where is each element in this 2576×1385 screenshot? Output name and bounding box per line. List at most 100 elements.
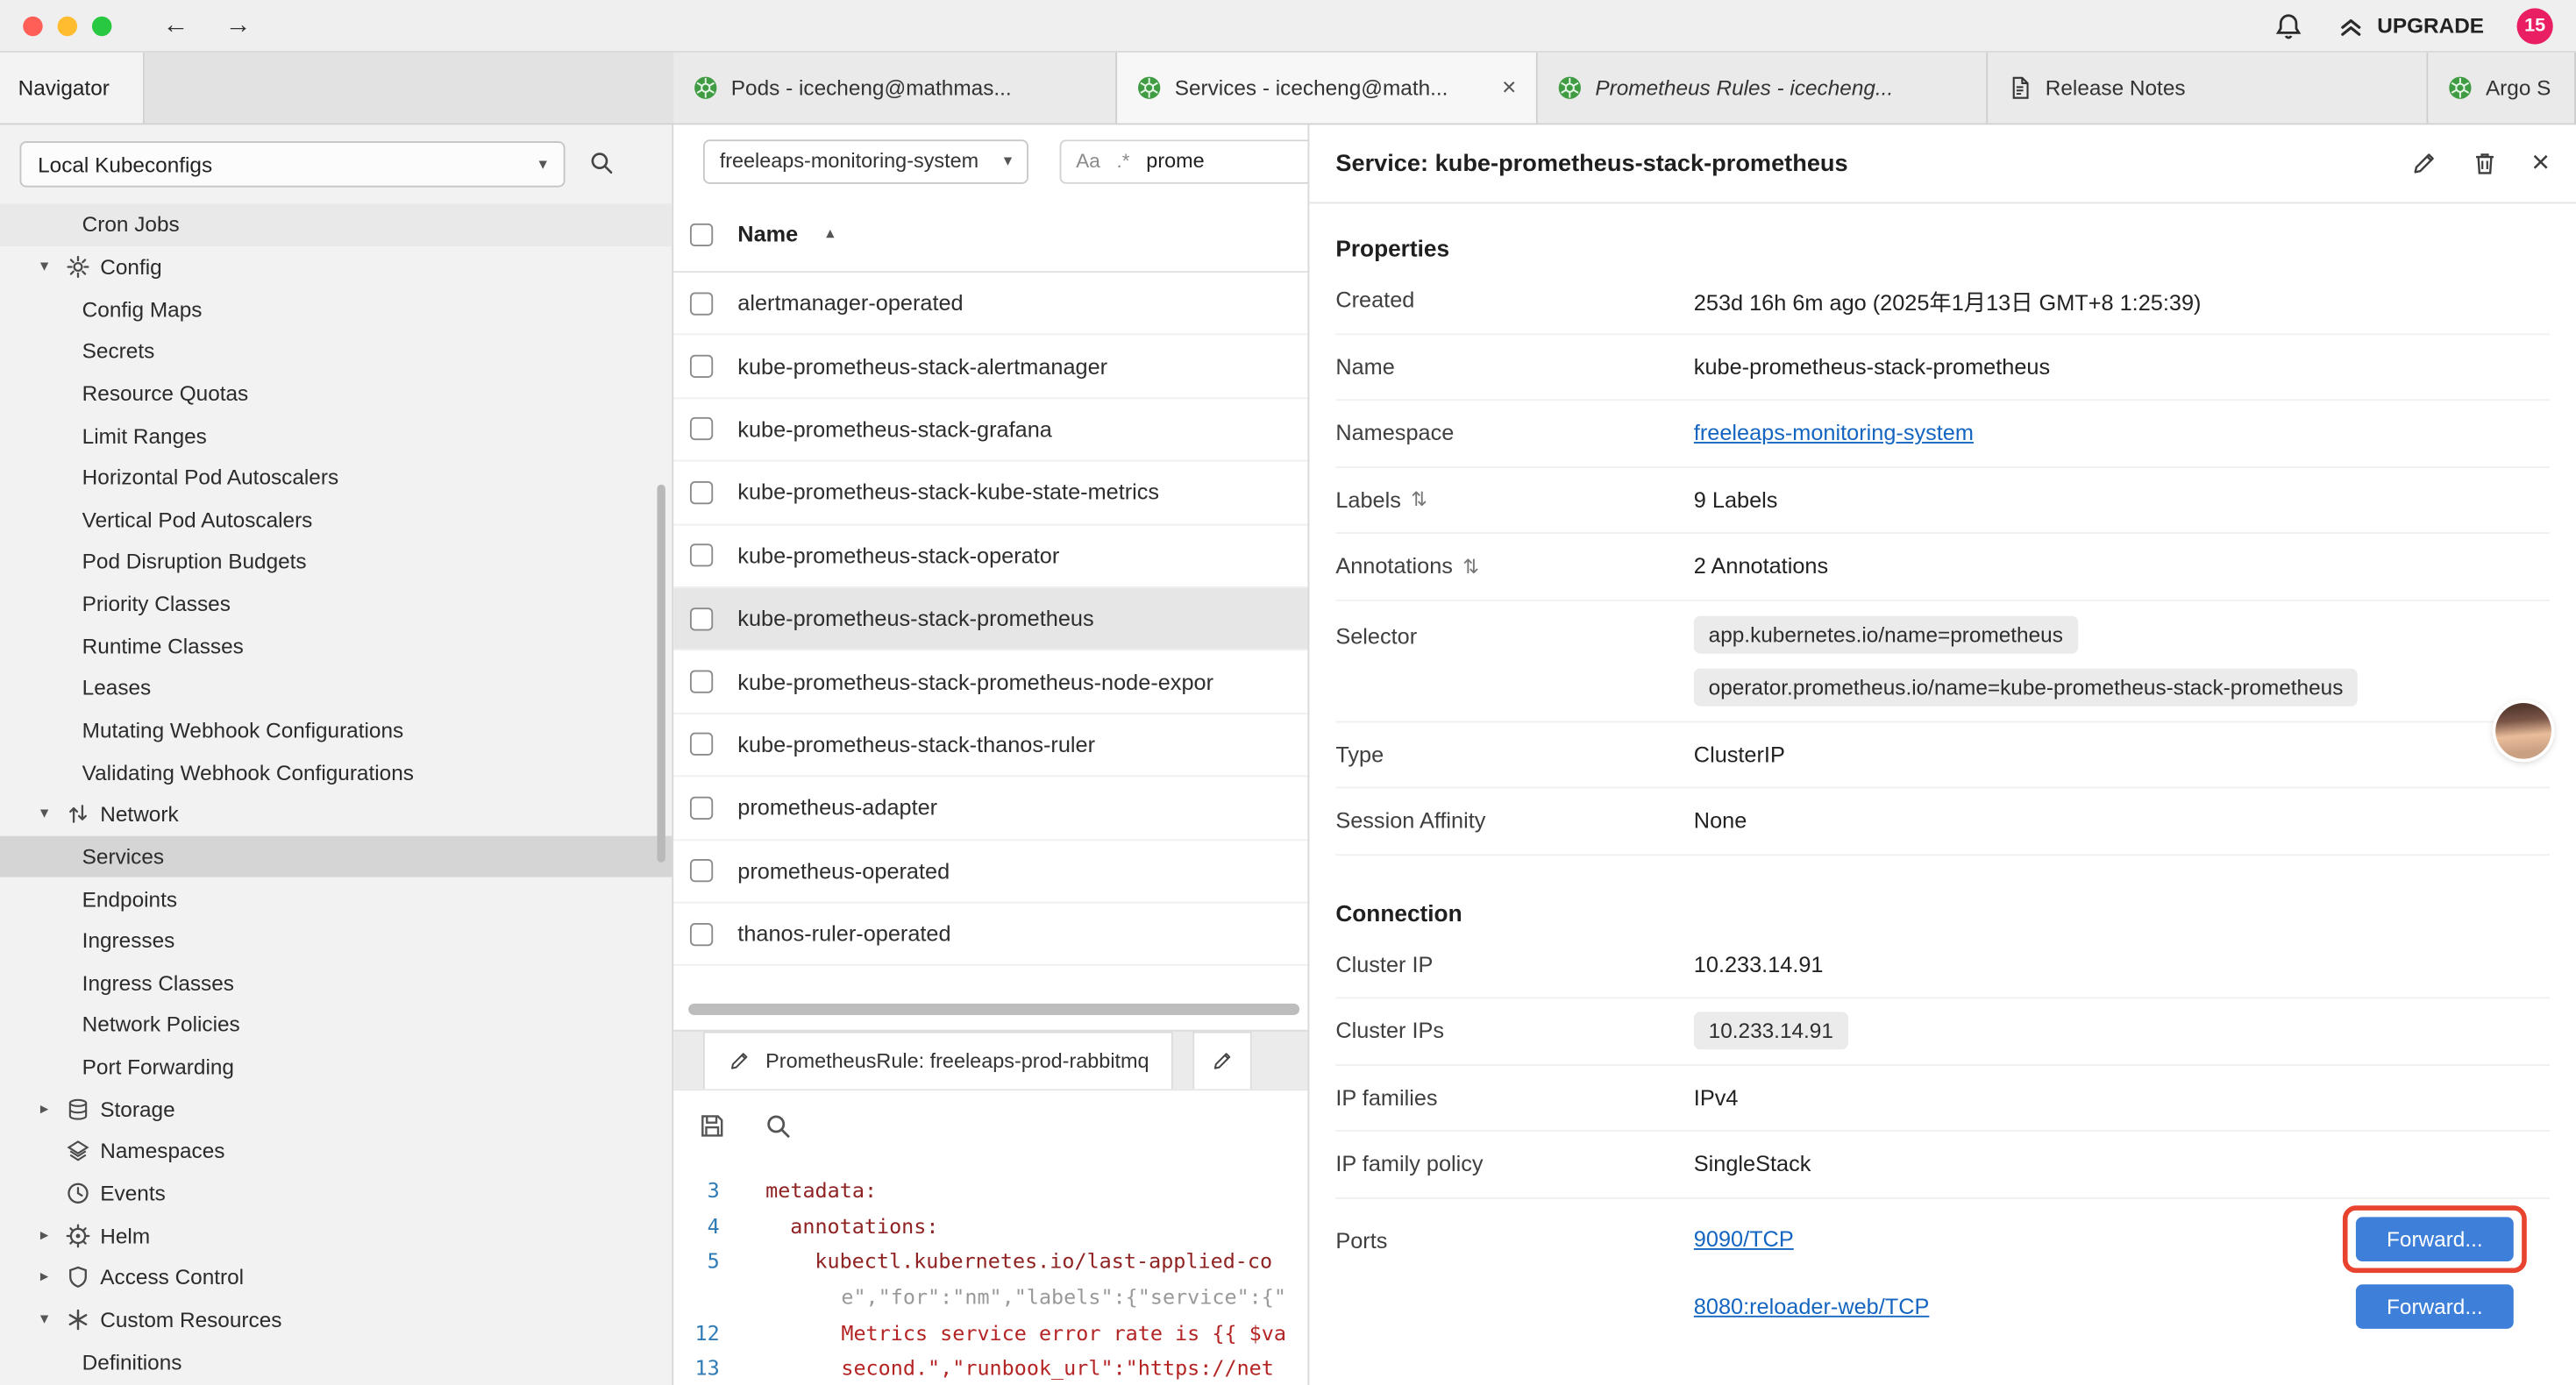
sidebar-item-custom-resources[interactable]: Custom Resources bbox=[0, 1298, 672, 1340]
yaml-editor[interactable]: 3metadata: 4annotations: 5kubectl.kubern… bbox=[673, 1161, 1307, 1385]
row-checkbox[interactable] bbox=[690, 733, 713, 756]
table-row[interactable]: kube-prometheus-stack-alertmanager bbox=[673, 336, 1307, 399]
sidebar-search-button[interactable] bbox=[588, 149, 615, 181]
table-row[interactable]: kube-prometheus-stack-thanos-ruler bbox=[673, 714, 1307, 778]
sidebar-item-leases[interactable]: Leases bbox=[0, 667, 672, 709]
table-row[interactable]: kube-prometheus-stack-operator bbox=[673, 525, 1307, 588]
sort-ascending-icon[interactable] bbox=[826, 225, 834, 244]
sidebar-item-events[interactable]: Events bbox=[0, 1172, 672, 1214]
maximize-window-button[interactable] bbox=[92, 16, 111, 35]
kubeconfig-select[interactable]: Local Kubeconfigs bbox=[19, 141, 565, 187]
horizontal-scrollbar[interactable] bbox=[688, 1004, 1299, 1015]
back-button[interactable] bbox=[162, 12, 189, 39]
minimize-window-button[interactable] bbox=[58, 16, 77, 35]
sidebar-item-storage[interactable]: Storage bbox=[0, 1088, 672, 1130]
table-row[interactable]: alertmanager-operated bbox=[673, 273, 1307, 336]
sidebar-item-vertical-pod-autoscalers[interactable]: Vertical Pod Autoscalers bbox=[0, 499, 672, 541]
editor-tab-partial[interactable] bbox=[1193, 1032, 1252, 1090]
tab-prometheus-rules[interactable]: Prometheus Rules - icecheng... bbox=[1538, 53, 1988, 124]
sidebar-scrollbar[interactable] bbox=[657, 485, 665, 863]
match-case-toggle[interactable]: Aa bbox=[1076, 150, 1100, 173]
namespace-link[interactable]: freeleaps-monitoring-system bbox=[1694, 421, 1974, 445]
user-avatar[interactable] bbox=[2495, 703, 2551, 759]
row-checkbox[interactable] bbox=[690, 859, 713, 882]
chevron-right-icon[interactable] bbox=[32, 1100, 55, 1119]
forward-port-button[interactable]: Forward... bbox=[2356, 1283, 2514, 1328]
forward-port-button[interactable]: Forward... bbox=[2356, 1216, 2514, 1261]
sidebar-item-limit-ranges[interactable]: Limit Ranges bbox=[0, 415, 672, 457]
chevron-down-icon[interactable] bbox=[32, 258, 55, 276]
sidebar-item-ingress-classes[interactable]: Ingress Classes bbox=[0, 962, 672, 1004]
table-row[interactable]: prometheus-adapter bbox=[673, 778, 1307, 841]
table-row[interactable]: kube-prometheus-stack-prometheus-node-ex… bbox=[673, 651, 1307, 714]
sidebar-item-endpoints[interactable]: Endpoints bbox=[0, 877, 672, 920]
upgrade-button[interactable]: UPGRADE bbox=[2336, 11, 2484, 40]
sidebar-item-secrets[interactable]: Secrets bbox=[0, 330, 672, 372]
sidebar-item-priority-classes[interactable]: Priority Classes bbox=[0, 583, 672, 625]
line-number bbox=[673, 1280, 739, 1315]
table-row[interactable]: prometheus-operated bbox=[673, 840, 1307, 903]
search-icon[interactable] bbox=[764, 1112, 792, 1140]
close-tab-icon[interactable] bbox=[1489, 74, 1516, 102]
table-row[interactable]: kube-prometheus-stack-grafana bbox=[673, 399, 1307, 462]
row-checkbox[interactable] bbox=[690, 607, 713, 630]
name-column-header[interactable]: Name bbox=[737, 222, 798, 246]
sidebar-item-ingresses[interactable]: Ingresses bbox=[0, 920, 672, 962]
port-link-9090[interactable]: 9090/TCP bbox=[1694, 1226, 1794, 1251]
close-window-button[interactable] bbox=[23, 16, 42, 35]
row-checkbox[interactable] bbox=[690, 481, 713, 504]
navigator-panel-tab[interactable]: Navigator bbox=[0, 53, 145, 124]
tab-services[interactable]: Services - icecheng@math... bbox=[1117, 53, 1538, 124]
sidebar-item-access-control[interactable]: Access Control bbox=[0, 1256, 672, 1298]
tab-pods[interactable]: Pods - icecheng@mathmas... bbox=[673, 53, 1117, 124]
sidebar-item-resource-quotas[interactable]: Resource Quotas bbox=[0, 373, 672, 415]
tab-argo[interactable]: Argo S bbox=[2428, 53, 2576, 124]
select-all-checkbox[interactable] bbox=[690, 223, 713, 245]
sidebar-item-horizontal-pod-autoscalers[interactable]: Horizontal Pod Autoscalers bbox=[0, 457, 672, 499]
sidebar-item-pod-disruption-budgets[interactable]: Pod Disruption Budgets bbox=[0, 541, 672, 583]
row-checkbox[interactable] bbox=[690, 418, 713, 441]
edit-pencil-icon[interactable] bbox=[2410, 150, 2438, 178]
save-floppy-icon[interactable] bbox=[698, 1112, 726, 1140]
sidebar-item-network-policies[interactable]: Network Policies bbox=[0, 1004, 672, 1046]
delete-trash-icon[interactable] bbox=[2471, 150, 2499, 178]
sidebar-item-port-forwarding[interactable]: Port Forwarding bbox=[0, 1046, 672, 1088]
port-link-8080[interactable]: 8080:reloader-web/TCP bbox=[1694, 1294, 1930, 1318]
chevron-right-icon[interactable] bbox=[32, 1226, 55, 1245]
table-row[interactable]: thanos-ruler-operated bbox=[673, 903, 1307, 966]
expand-collapse-icon[interactable] bbox=[1462, 555, 1479, 578]
row-checkbox[interactable] bbox=[690, 355, 713, 378]
regex-toggle[interactable]: .* bbox=[1117, 150, 1130, 173]
expand-collapse-icon[interactable] bbox=[1411, 488, 1427, 511]
sidebar-item-validating-webhook-configurations[interactable]: Validating Webhook Configurations bbox=[0, 751, 672, 793]
sidebar-item-mutating-webhook-configurations[interactable]: Mutating Webhook Configurations bbox=[0, 709, 672, 751]
chevron-down-icon[interactable] bbox=[32, 1310, 55, 1329]
chevron-right-icon[interactable] bbox=[32, 1268, 55, 1287]
editor-tab-prometheusrule[interactable]: PrometheusRule: freeleaps-prod-rabbitmq bbox=[703, 1032, 1174, 1090]
forward-button[interactable] bbox=[225, 12, 252, 39]
chevron-down-icon[interactable] bbox=[32, 806, 55, 824]
sidebar-item-definitions[interactable]: Definitions bbox=[0, 1341, 672, 1383]
sidebar-item-config-maps[interactable]: Config Maps bbox=[0, 288, 672, 330]
sidebar-item-runtime-classes[interactable]: Runtime Classes bbox=[0, 625, 672, 667]
row-checkbox[interactable] bbox=[690, 671, 713, 693]
sidebar-item-config[interactable]: Config bbox=[0, 245, 672, 288]
row-checkbox[interactable] bbox=[690, 292, 713, 315]
row-checkbox[interactable] bbox=[690, 922, 713, 945]
table-row[interactable]: kube-prometheus-stack-kube-state-metrics bbox=[673, 462, 1307, 525]
line-number: 3 bbox=[673, 1173, 739, 1208]
sidebar-item-services[interactable]: Services bbox=[0, 835, 672, 877]
row-checkbox[interactable] bbox=[690, 544, 713, 567]
sidebar-item-helm[interactable]: Helm bbox=[0, 1214, 672, 1256]
sidebar-item-network[interactable]: Network bbox=[0, 793, 672, 835]
namespace-select[interactable]: freeleaps-monitoring-system bbox=[703, 138, 1028, 183]
notification-bell-icon[interactable] bbox=[2274, 11, 2303, 40]
services-search-input[interactable]: Aa .* prome bbox=[1060, 138, 1308, 183]
notification-count-badge[interactable]: 15 bbox=[2517, 7, 2553, 43]
tab-release-notes[interactable]: Release Notes bbox=[1988, 53, 2428, 124]
table-row-selected[interactable]: kube-prometheus-stack-prometheus bbox=[673, 588, 1307, 651]
sidebar-item-cron-jobs[interactable]: Cron Jobs bbox=[0, 203, 672, 245]
close-panel-icon[interactable] bbox=[2531, 148, 2550, 180]
row-checkbox[interactable] bbox=[690, 796, 713, 819]
sidebar-item-namespaces[interactable]: Namespaces bbox=[0, 1130, 672, 1172]
